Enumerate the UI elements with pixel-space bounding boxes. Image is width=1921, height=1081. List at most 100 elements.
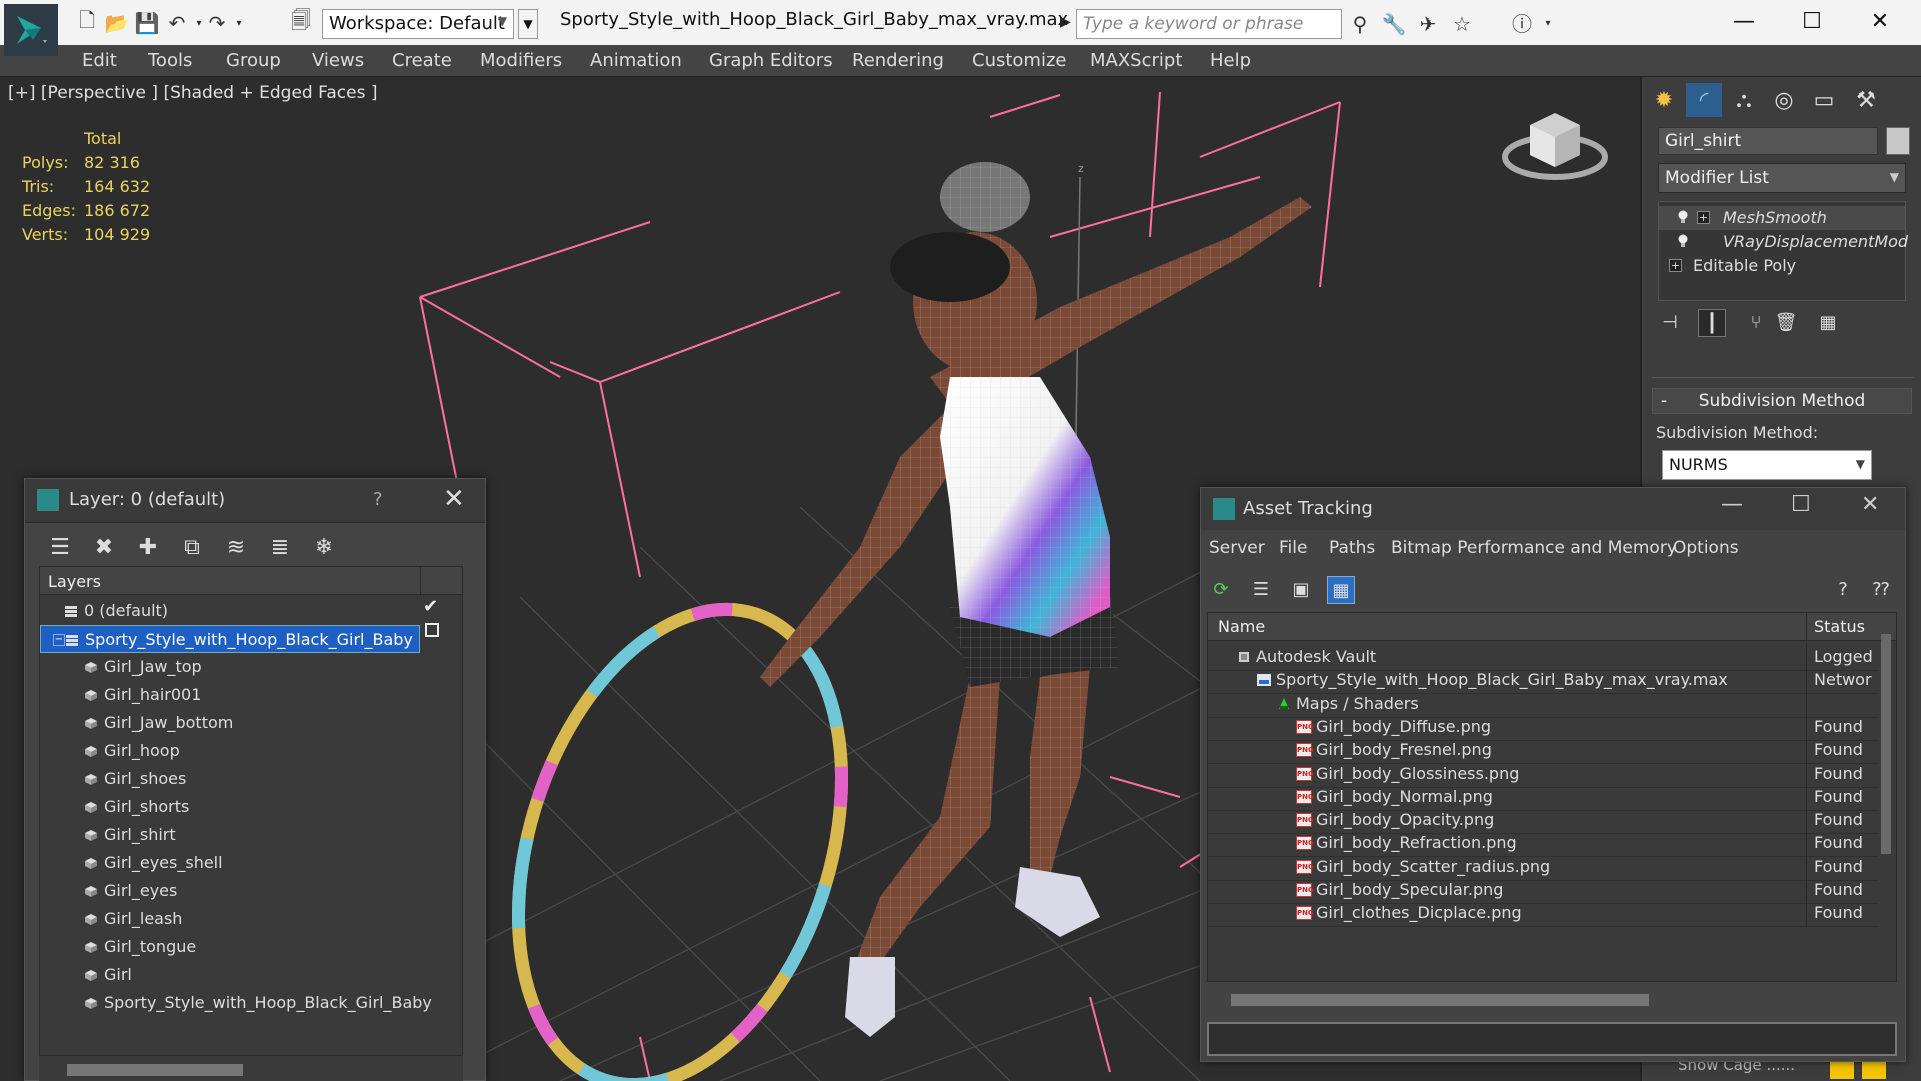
menu-group[interactable]: Group <box>226 50 281 71</box>
viewport-label[interactable]: [+] [Perspective ] [Shaded + Edged Faces… <box>8 83 377 103</box>
minimize-icon[interactable]: — <box>1721 492 1743 517</box>
asset-path-field[interactable] <box>1207 1022 1897 1056</box>
hide-layers-icon[interactable]: ≣ <box>265 533 295 563</box>
menu-animation[interactable]: Animation <box>590 50 682 71</box>
new-layer-icon[interactable]: ☰ <box>45 533 75 563</box>
search-input[interactable]: Type a keyword or phrase <box>1076 9 1342 39</box>
highlight-layer-icon[interactable]: ≋ <box>221 533 251 563</box>
modifier-list-dropdown[interactable]: Modifier List ▼ <box>1658 163 1906 193</box>
lightbulb-icon[interactable] <box>1677 210 1689 224</box>
asset-vertical-scrollbar[interactable] <box>1881 634 1891 854</box>
asset-menu-bitmap-performance[interactable]: Bitmap Performance and Memory <box>1391 538 1677 558</box>
create-tab-icon[interactable]: ✹ <box>1646 83 1682 117</box>
layer-object-row[interactable]: Girl_eyes <box>40 877 420 905</box>
make-unique-icon[interactable]: ⑂ <box>1742 309 1770 337</box>
table-view-icon[interactable]: ▦ <box>1327 576 1355 604</box>
list-view-icon[interactable]: ☰ <box>1247 576 1275 604</box>
stack-item-editable-poly[interactable]: + Editable Poly <box>1659 254 1905 278</box>
object-name-field[interactable]: Girl_shirt <box>1658 127 1878 155</box>
help-dropdown-icon[interactable]: ▾ <box>1534 10 1562 38</box>
help-icon[interactable]: ? <box>1829 576 1857 604</box>
viewcube-icon[interactable] <box>1500 97 1610 187</box>
hierarchy-tab-icon[interactable]: ⛬ <box>1726 83 1762 117</box>
connect-icon[interactable]: ✈ <box>1414 10 1442 38</box>
wrench-icon[interactable]: 🔧 <box>1380 10 1408 38</box>
menu-edit[interactable]: Edit <box>82 50 117 71</box>
workspace-dropdown[interactable]: Workspace: Default ▼ <box>322 9 514 39</box>
expand-icon[interactable]: + <box>1669 259 1682 272</box>
collapse-icon[interactable]: − <box>53 634 65 646</box>
save-file-icon[interactable]: 💾 <box>134 10 160 36</box>
menu-help[interactable]: Help <box>1210 50 1251 71</box>
layer-active-checkbox[interactable] <box>425 623 439 637</box>
asset-menu-options[interactable]: Options <box>1673 538 1739 558</box>
object-color-swatch[interactable] <box>1886 127 1910 155</box>
motion-tab-icon[interactable]: ◎ <box>1766 83 1802 117</box>
layer-object-row[interactable]: Girl_hoop <box>40 737 420 765</box>
asset-row[interactable]: PNG Girl_clothes_Dicplace.png Found <box>1208 899 1878 928</box>
maximize-icon[interactable]: ☐ <box>1791 492 1811 517</box>
select-objects-icon[interactable]: ⧉ <box>177 533 207 563</box>
layer-object-row[interactable]: Girl_tongue <box>40 933 420 961</box>
stack-item-vraydisplacementmod[interactable]: VRayDisplacementMod <box>1659 230 1908 254</box>
menu-maxscript[interactable]: MAXScript <box>1090 50 1182 71</box>
asset-menu-paths[interactable]: Paths <box>1329 538 1375 558</box>
freeze-layers-icon[interactable]: ❄ <box>309 533 339 563</box>
status-column-header[interactable]: Status <box>1814 617 1865 636</box>
layer-object-row[interactable]: Girl_leash <box>40 905 420 933</box>
show-end-result-icon[interactable]: ┃ <box>1698 309 1726 337</box>
context-help-icon[interactable]: ⁇ <box>1867 576 1895 604</box>
layer-object-row[interactable]: Girl_Jaw_top <box>40 653 420 681</box>
project-folder-icon[interactable]: 🗐 <box>288 8 314 36</box>
stack-item-meshsmooth[interactable]: + MeshSmooth <box>1659 206 1905 230</box>
modify-tab-icon[interactable]: ◜ <box>1686 83 1722 117</box>
add-to-layer-icon[interactable]: ✚ <box>133 533 163 563</box>
thumbnail-view-icon[interactable]: ▣ <box>1287 576 1315 604</box>
help-icon[interactable]: ? <box>373 489 383 510</box>
asset-menu-server[interactable]: Server <box>1209 538 1265 558</box>
binoculars-icon[interactable]: ⚲ <box>1346 10 1374 38</box>
layer-object-row[interactable]: Sporty_Style_with_Hoop_Black_Girl_Baby <box>40 989 432 1017</box>
close-button[interactable]: ✕ <box>1860 4 1900 40</box>
favorites-star-icon[interactable]: ☆ <box>1448 10 1476 38</box>
asset-window-titlebar[interactable]: Asset Tracking — ☐ ✕ <box>1201 488 1905 530</box>
close-icon[interactable]: ✕ <box>443 484 465 514</box>
menu-create[interactable]: Create <box>392 50 452 71</box>
layer-column-header[interactable]: Layers <box>40 567 462 595</box>
app-logo-button[interactable] <box>4 4 58 56</box>
minimize-button[interactable]: — <box>1724 4 1764 40</box>
open-file-icon[interactable]: 📂 <box>104 10 130 36</box>
new-file-icon[interactable]: 🗋 <box>74 8 100 36</box>
delete-layer-icon[interactable]: ✖ <box>89 533 119 563</box>
remove-modifier-icon[interactable]: 🗑 <box>1772 309 1800 337</box>
layer-object-row[interactable]: Girl_eyes_shell <box>40 849 420 877</box>
layer-object-row[interactable]: Girl <box>40 961 420 989</box>
menu-tools[interactable]: Tools <box>148 50 192 71</box>
refresh-icon[interactable]: ⟳ <box>1207 576 1235 604</box>
rollout-header[interactable]: - Subdivision Method <box>1652 388 1912 414</box>
display-tab-icon[interactable]: ▭ <box>1806 83 1842 117</box>
name-column-header[interactable]: Name <box>1218 617 1265 636</box>
asset-horizontal-scrollbar[interactable] <box>1231 994 1649 1006</box>
layer-row[interactable]: 0 (default) <box>40 597 420 625</box>
redo-dropdown-icon[interactable]: ▾ <box>226 10 252 36</box>
layer-object-row[interactable]: Girl_hair001 <box>40 681 420 709</box>
utilities-tab-icon[interactable]: ⚒ <box>1848 83 1884 117</box>
search-expand-icon[interactable]: ▶ <box>1060 14 1071 30</box>
menu-customize[interactable]: Customize <box>972 50 1066 71</box>
expand-icon[interactable]: + <box>1697 211 1710 224</box>
close-icon[interactable]: ✕ <box>1861 492 1879 517</box>
layer-object-row[interactable]: Girl_shirt <box>40 821 420 849</box>
help-icon[interactable]: ⓘ <box>1508 10 1536 38</box>
layer-object-row[interactable]: Girl_shoes <box>40 765 420 793</box>
configure-sets-icon[interactable]: ▦ <box>1814 309 1842 337</box>
menu-graph-editors[interactable]: Graph Editors <box>709 50 833 71</box>
subdivision-method-select[interactable]: NURMS ▼ <box>1662 450 1872 480</box>
workspace-menu-button[interactable]: ▼ <box>518 9 538 39</box>
layer-row[interactable]: − Sporty_Style_with_Hoop_Black_Girl_Baby <box>40 625 420 653</box>
layer-horizontal-scrollbar[interactable] <box>39 1056 463 1081</box>
layer-window-titlebar[interactable]: Layer: 0 (default) ? ✕ <box>25 479 485 523</box>
layer-object-row[interactable]: Girl_shorts <box>40 793 420 821</box>
maximize-button[interactable]: ☐ <box>1792 4 1832 40</box>
asset-menu-file[interactable]: File <box>1279 538 1307 558</box>
